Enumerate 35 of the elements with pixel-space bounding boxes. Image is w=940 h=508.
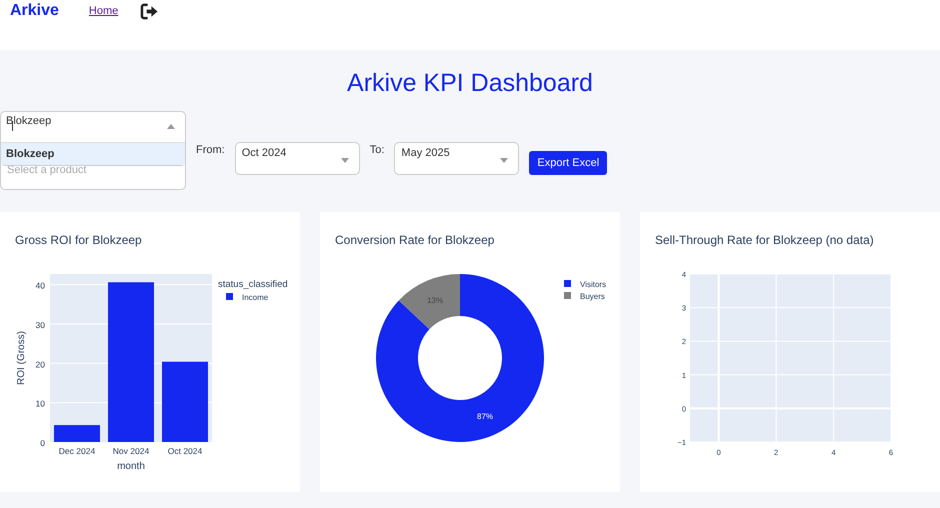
- slice-label: 87%: [477, 412, 494, 421]
- to-dropdown[interactable]: May 2025: [394, 142, 520, 175]
- from-dropdown[interactable]: Oct 2024: [234, 142, 360, 175]
- axis-tick-label: 30: [36, 320, 45, 330]
- axis-tick-label: Oct 2024: [168, 446, 202, 456]
- axis-title: ROI (Gross): [16, 331, 27, 385]
- legend-label: Income: [242, 293, 268, 302]
- dashboard-title: Arkive KPI Dashboard: [346, 68, 594, 98]
- from-label: From:: [196, 144, 225, 156]
- dropdown-option[interactable]: Blokzeep: [1, 143, 185, 165]
- axis-tick-label: 40: [36, 280, 45, 291]
- axis-tick-label: 10: [36, 398, 45, 409]
- legend-swatch: [564, 280, 571, 287]
- caret-icon: [500, 158, 508, 163]
- caret-icon: [167, 124, 175, 129]
- chart-title: Conversion Rate for Blokzeep: [334, 232, 496, 249]
- legend-label: Visitors: [580, 280, 606, 289]
- axis-tick-label: Dec 2024: [58, 446, 96, 456]
- export-button[interactable]: Export Excel: [529, 151, 608, 175]
- axis-tick-label: Nov 2024: [112, 446, 150, 456]
- axis-tick-label: 0: [40, 438, 45, 448]
- chart-title: Gross ROI for Blokzeep: [14, 232, 143, 249]
- to-label: To:: [370, 144, 384, 156]
- caret-icon: [340, 158, 349, 163]
- axis-tick-label: 20: [36, 359, 45, 370]
- legend-swatch: [564, 292, 571, 299]
- bar: [54, 425, 100, 442]
- axis-title: month: [117, 461, 145, 472]
- brand-logo[interactable]: Arkive: [10, 2, 59, 20]
- legend-label: Buyers: [580, 292, 605, 301]
- logout-icon[interactable]: [140, 3, 160, 20]
- slice-label: 13%: [426, 296, 443, 306]
- home-link[interactable]: Home: [88, 2, 118, 20]
- legend-title: status_classified: [218, 279, 288, 290]
- chart-title: Sell-Through Rate for Blokzeep (no data): [654, 232, 875, 249]
